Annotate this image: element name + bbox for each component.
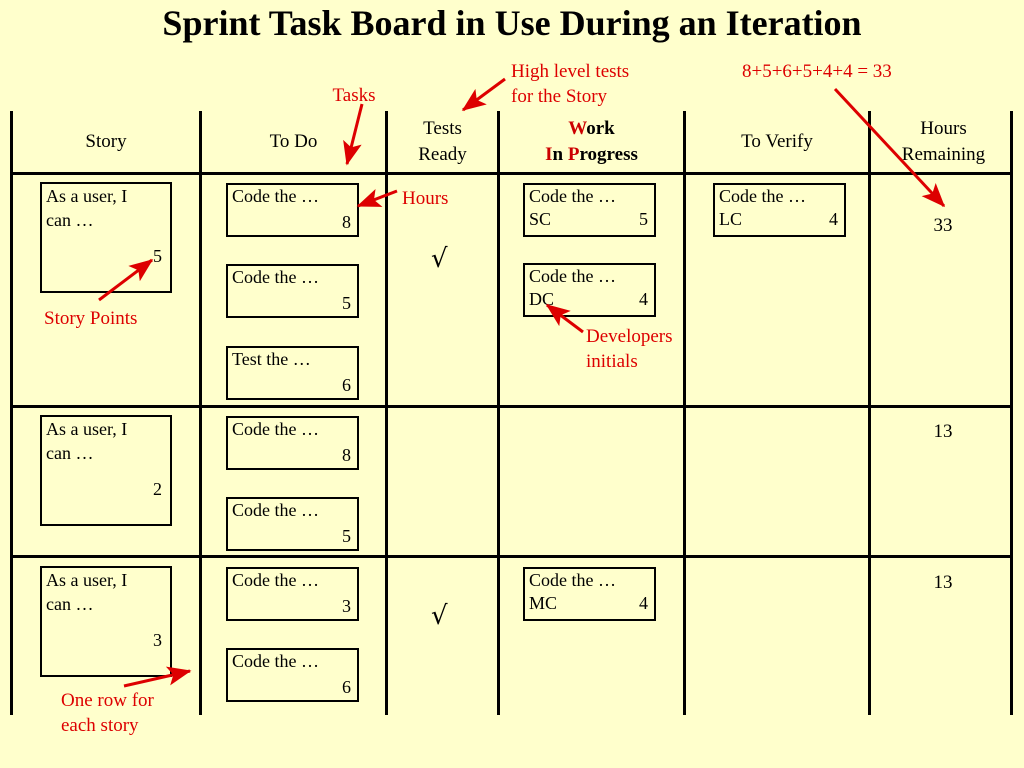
task-hours: 3 [342, 596, 351, 617]
task-card[interactable]: Test the … 6 [226, 346, 359, 400]
task-card[interactable]: Code the … DC 4 [523, 263, 656, 317]
slide-canvas: Sprint Task Board in Use During an Itera… [0, 0, 1024, 768]
story-points-value: 2 [153, 479, 162, 500]
row-divider-1 [10, 405, 1013, 408]
task-card[interactable]: Code the … 6 [226, 648, 359, 702]
column-header-story: Story [13, 111, 199, 172]
column-header-hours-line2: Remaining [901, 143, 986, 165]
column-header-to-do-label: To Do [269, 130, 318, 152]
story-text-line2: can … [46, 210, 94, 230]
column-header-wip-line2: In Progress [545, 143, 638, 165]
task-hours: 8 [342, 445, 351, 466]
task-card[interactable]: Code the … 3 [226, 567, 359, 621]
story-card[interactable]: As a user, I can … 5 [40, 182, 172, 293]
column-header-to-do: To Do [202, 111, 385, 172]
annotation-one-row-per-story: One row for each story [61, 690, 154, 736]
task-card[interactable]: Code the … 5 [226, 264, 359, 318]
story-text-line1: As a user, I [46, 186, 128, 206]
task-title: Test the … [232, 349, 311, 369]
column-header-tests-ready-line2: Ready [418, 143, 467, 165]
story-card[interactable]: As a user, I can … 2 [40, 415, 172, 526]
task-title: Code the … [529, 570, 616, 590]
column-divider-2 [385, 111, 388, 715]
task-hours: 5 [639, 209, 648, 229]
task-title: Code the … [529, 266, 616, 286]
task-card[interactable]: Code the … MC 4 [523, 567, 656, 621]
task-initials: SC [529, 209, 552, 229]
task-title: Code the … [232, 267, 319, 287]
column-divider-4 [683, 111, 686, 715]
annotation-story-points: Story Points [44, 308, 138, 329]
task-title: Code the … [232, 500, 319, 520]
annotation-developers-initials: Developers initials [586, 326, 673, 372]
task-title: Code the … [719, 186, 806, 206]
sprint-task-board: Story To Do Tests Ready Work In Progress… [10, 111, 1013, 715]
annotation-sum-formula: 8+5+6+5+4+4 = 33 [742, 61, 892, 82]
hours-remaining-value: 13 [933, 572, 953, 593]
task-card[interactable]: Code the … LC 4 [713, 183, 846, 237]
arrow-high-level-tests [461, 77, 506, 112]
task-initials: LC [719, 209, 743, 229]
task-hours: 8 [342, 212, 351, 233]
story-text-line2: can … [46, 443, 94, 463]
task-title: Code the … [232, 570, 319, 590]
story-points-value: 5 [153, 246, 162, 267]
tests-ready-check-icon: √ [431, 601, 448, 631]
column-header-hours-remaining: Hours Remaining [871, 111, 1016, 172]
task-hours: 6 [342, 677, 351, 698]
hours-remaining-value: 33 [933, 215, 953, 236]
task-title: Code the … [232, 651, 319, 671]
task-card[interactable]: Code the … 8 [226, 183, 359, 237]
header-row-divider [10, 172, 1013, 175]
task-card[interactable]: Code the … SC 5 [523, 183, 656, 237]
row-divider-2 [10, 555, 1013, 558]
page-title: Sprint Task Board in Use During an Itera… [162, 3, 862, 43]
annotation-tasks: Tasks [332, 85, 376, 106]
task-title: Code the … [529, 186, 616, 206]
task-card[interactable]: Code the … 5 [226, 497, 359, 551]
task-card[interactable]: Code the … 8 [226, 416, 359, 470]
task-hours: 4 [639, 289, 648, 309]
annotation-high-level-tests: High level tests for the Story [511, 61, 630, 107]
story-text-line2: can … [46, 594, 94, 614]
column-divider-5 [868, 111, 871, 715]
story-card[interactable]: As a user, I can … 3 [40, 566, 172, 677]
task-hours: 6 [342, 375, 351, 396]
column-header-tests-ready-line1: Tests [423, 118, 462, 140]
column-header-hours-line1: Hours [920, 118, 967, 140]
task-initials: DC [529, 289, 555, 309]
task-hours: 4 [829, 209, 838, 229]
story-text-line1: As a user, I [46, 419, 128, 439]
task-hours: 4 [639, 593, 648, 613]
column-header-story-label: Story [85, 130, 127, 152]
column-header-wip-line1: Work [568, 118, 615, 140]
task-hours: 5 [342, 293, 351, 314]
column-divider-3 [497, 111, 500, 715]
hours-remaining-value: 13 [933, 421, 953, 442]
annotation-hours: Hours [402, 188, 449, 209]
task-hours: 5 [342, 526, 351, 547]
task-initials: MC [529, 593, 558, 613]
column-header-to-verify: To Verify [686, 111, 868, 172]
tests-ready-check-icon: √ [431, 244, 448, 274]
task-title: Code the … [232, 419, 319, 439]
column-header-tests-ready: Tests Ready [388, 111, 497, 172]
task-title: Code the … [232, 186, 319, 206]
story-points-value: 3 [153, 630, 162, 651]
column-header-to-verify-label: To Verify [741, 130, 813, 152]
column-divider-1 [199, 111, 202, 715]
story-text-line1: As a user, I [46, 570, 128, 590]
column-header-work-in-progress: Work In Progress [500, 111, 683, 172]
